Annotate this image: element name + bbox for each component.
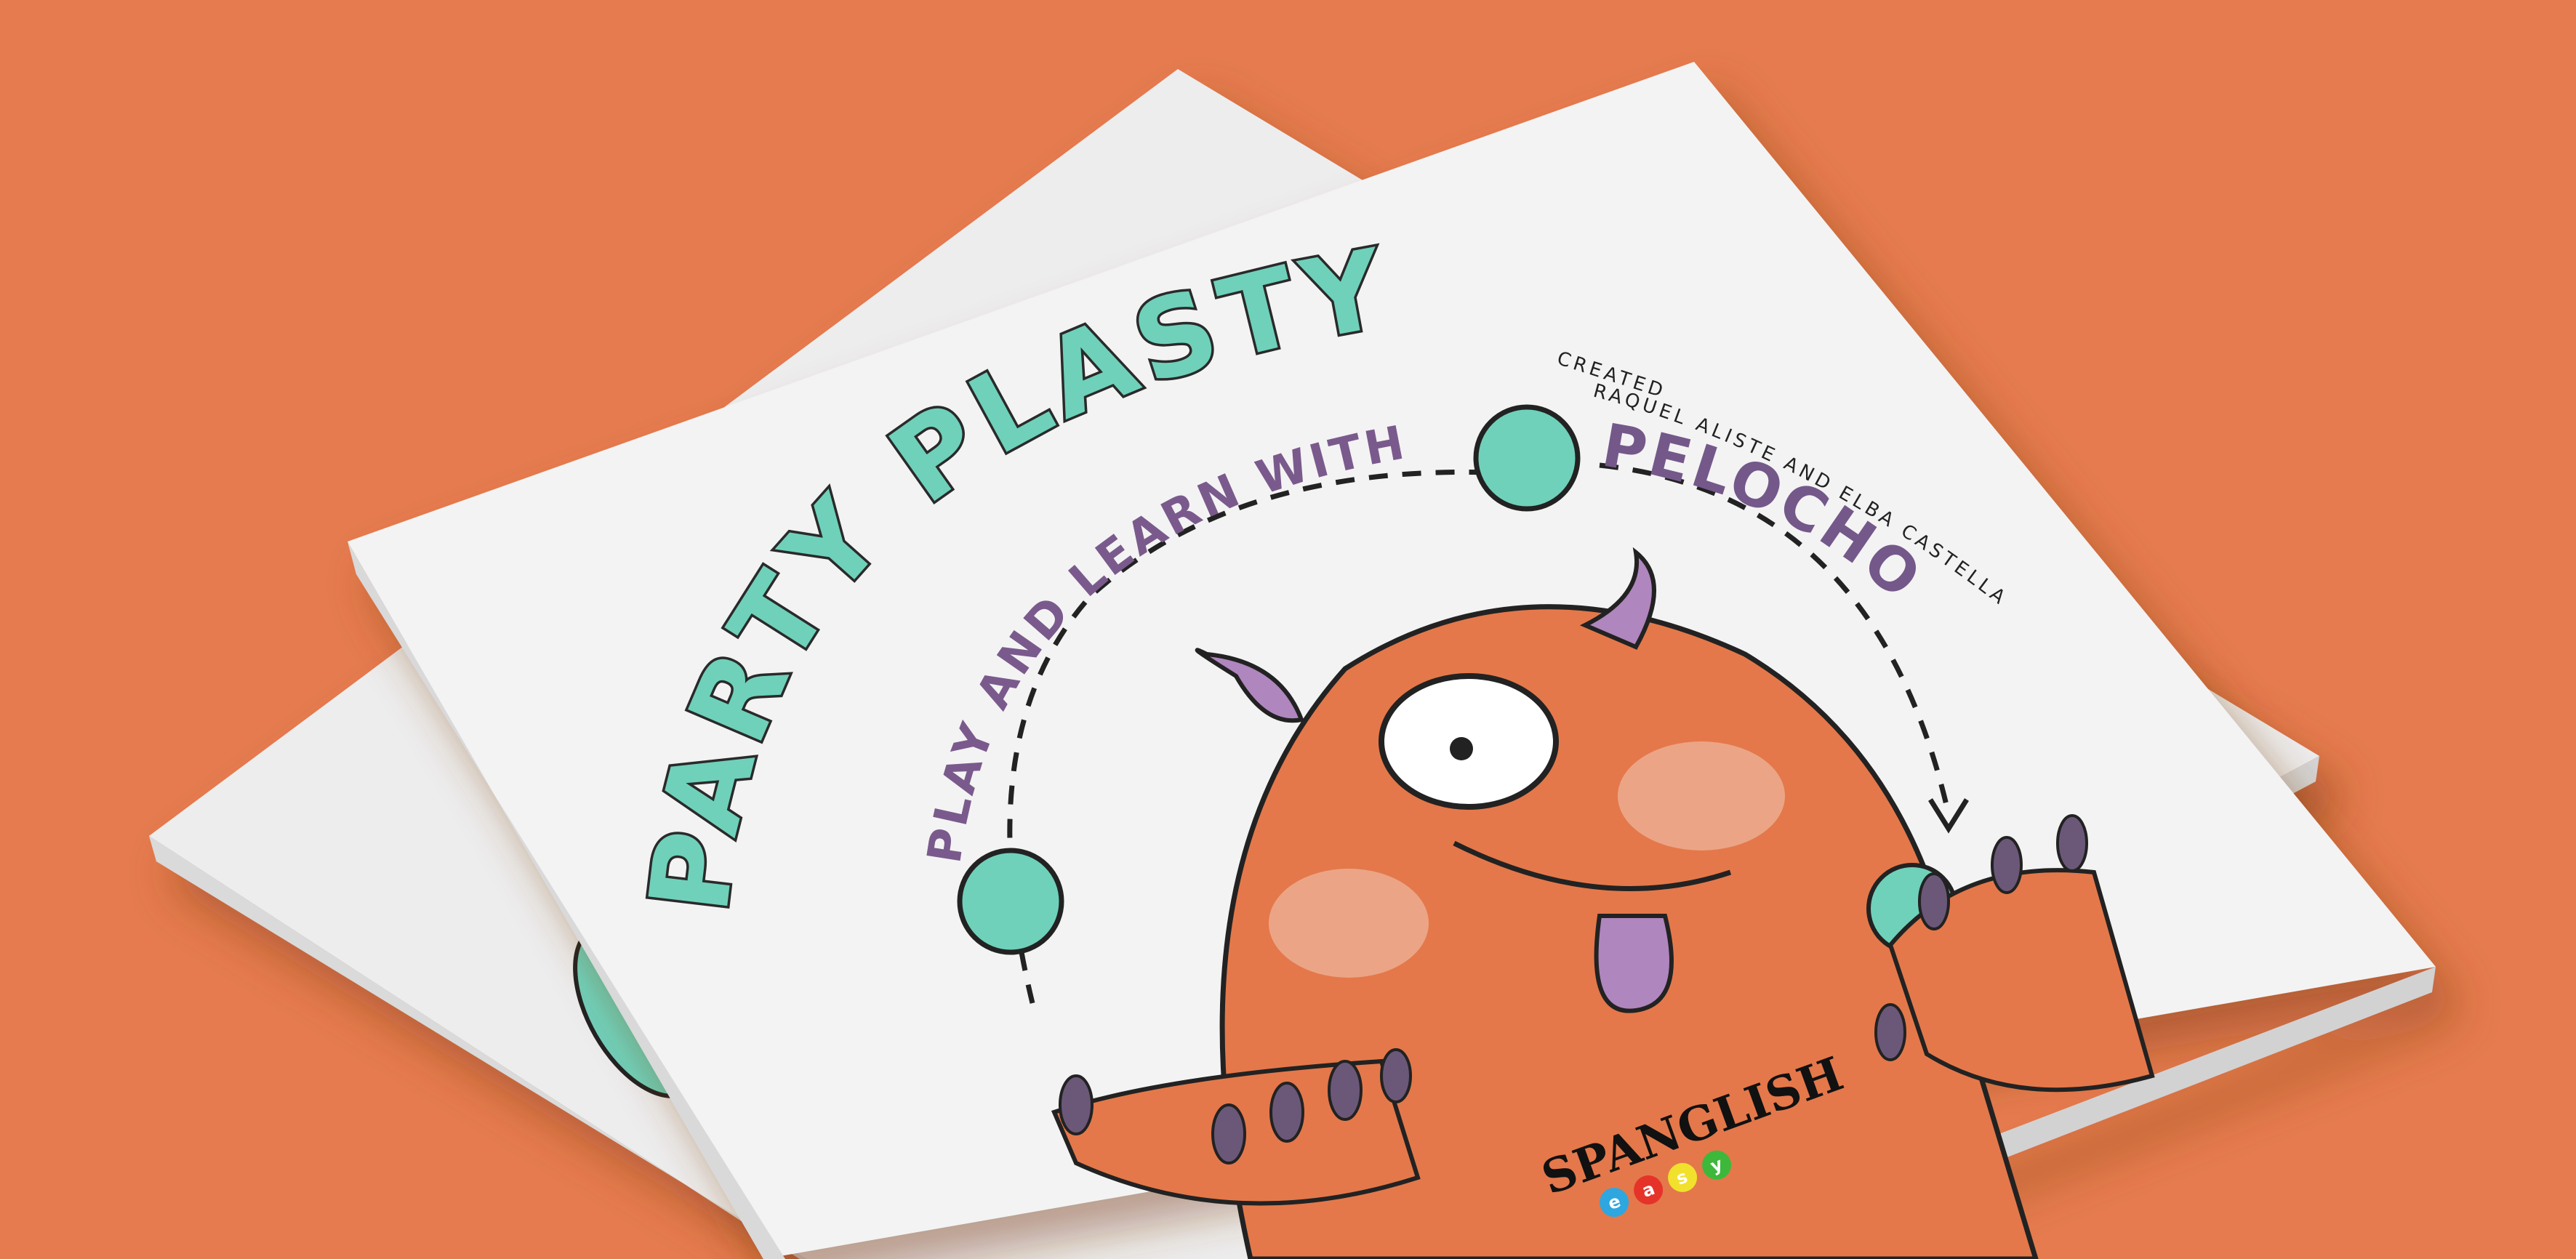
cheek-left xyxy=(1269,869,1429,978)
dough-ball-left xyxy=(957,848,1064,955)
book-mockup-scene: PARTY PLASTY PLAY AND LEARN WITH PELOCHO… xyxy=(0,0,2436,1259)
dough-ball-top xyxy=(1473,404,1581,512)
cheek-right xyxy=(1618,741,1785,850)
monster-tongue xyxy=(1594,914,1674,1013)
